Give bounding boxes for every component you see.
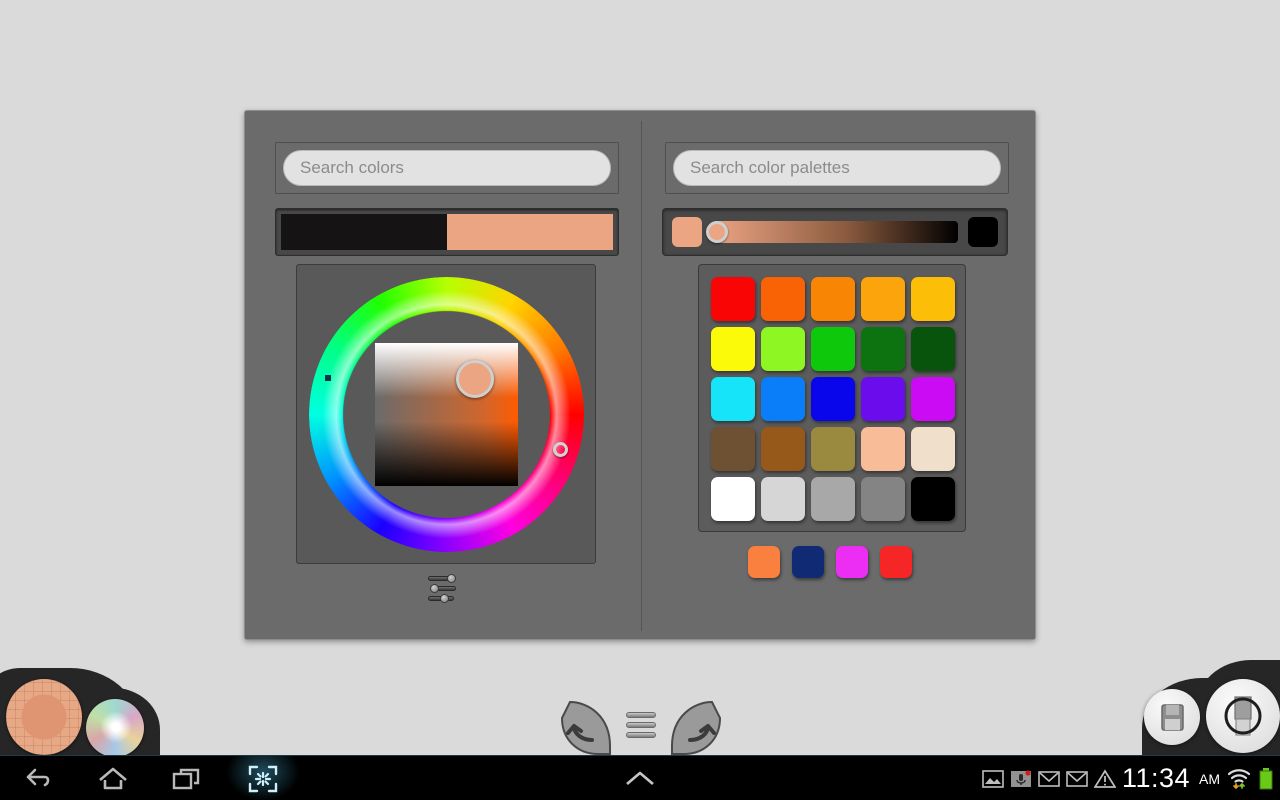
palette-grid	[711, 277, 955, 521]
brush-icon	[1224, 696, 1262, 736]
palette-swatch-r1-c4[interactable]	[861, 277, 905, 321]
microphone-recording-icon	[1010, 769, 1031, 787]
screenshot-icon	[248, 765, 278, 792]
recent-color-4[interactable]	[880, 546, 912, 578]
palette-swatch-r5-c1[interactable]	[711, 477, 755, 521]
palette-swatch-r1-c1[interactable]	[711, 277, 755, 321]
palette-swatch-r3-c4[interactable]	[861, 377, 905, 421]
search-colors-frame	[275, 142, 619, 194]
brush-tool-button[interactable]	[1206, 679, 1280, 753]
palette-grid-frame	[698, 264, 966, 532]
palette-swatch-r4-c4[interactable]	[861, 427, 905, 471]
status-clock: 11:34	[1121, 763, 1190, 793]
palette-swatch-r2-c5[interactable]	[911, 327, 955, 371]
palette-swatch-r5-c2[interactable]	[761, 477, 805, 521]
android-system-bar: 11:34 AM	[0, 755, 1280, 800]
palette-swatch-r2-c1[interactable]	[711, 327, 755, 371]
hue-marker[interactable]	[552, 442, 568, 457]
gradient-end-chip[interactable]	[968, 217, 998, 247]
undo-button[interactable]	[558, 700, 616, 756]
palette-gradient-slider[interactable]	[662, 208, 1008, 256]
menu-line-2	[626, 722, 656, 728]
nav-back-button[interactable]	[2, 756, 76, 800]
status-icons-area: 11:34 AM	[982, 756, 1274, 800]
nav-home-button[interactable]	[76, 756, 150, 800]
recent-color-3[interactable]	[836, 546, 868, 578]
palette-swatch-r4-c3[interactable]	[811, 427, 855, 471]
brush-preview-swatch[interactable]	[6, 679, 82, 755]
save-icon	[1161, 704, 1184, 731]
previous-color-half[interactable]	[281, 214, 447, 250]
palette-swatch-r1-c5[interactable]	[911, 277, 955, 321]
mail-icon	[1038, 770, 1060, 787]
recent-color-1[interactable]	[748, 546, 780, 578]
screen-root: 11:34 AM	[0, 0, 1280, 800]
palette-swatch-r5-c5[interactable]	[911, 477, 955, 521]
recent-colors-row	[748, 546, 912, 578]
recents-icon	[172, 768, 200, 789]
search-colors-input[interactable]	[283, 150, 611, 186]
color-sliders-icon[interactable]	[426, 573, 460, 603]
saturation-value-marker[interactable]	[455, 359, 494, 398]
search-palettes-frame	[665, 142, 1009, 194]
status-clock-ampm: AM	[1199, 770, 1220, 787]
hue-marker-secondary	[325, 375, 331, 381]
menu-line-1	[626, 712, 656, 718]
menu-line-3	[626, 732, 656, 738]
nav-screenshot-button[interactable]	[226, 756, 300, 800]
colors-panel	[245, 111, 641, 641]
gradient-handle[interactable]	[705, 221, 728, 243]
redo-icon	[671, 700, 722, 755]
palette-swatch-r5-c4[interactable]	[861, 477, 905, 521]
palette-swatch-r2-c3[interactable]	[811, 327, 855, 371]
mail-icon-2	[1066, 770, 1088, 787]
palette-swatch-r4-c2[interactable]	[761, 427, 805, 471]
gradient-track[interactable]	[705, 221, 958, 243]
palette-swatch-r2-c4[interactable]	[861, 327, 905, 371]
palettes-panel	[642, 111, 1037, 641]
palette-swatch-r1-c3[interactable]	[811, 277, 855, 321]
wifi-icon	[1227, 768, 1251, 789]
current-color-half[interactable]	[447, 214, 613, 250]
palette-swatch-r4-c1[interactable]	[711, 427, 755, 471]
chevron-up-icon	[626, 771, 654, 785]
image-icon	[982, 769, 1004, 788]
saturation-value-square[interactable]	[375, 343, 518, 486]
battery-icon	[1259, 767, 1273, 789]
palette-swatch-r2-c2[interactable]	[761, 327, 805, 371]
palette-swatch-r3-c2[interactable]	[761, 377, 805, 421]
save-button[interactable]	[1144, 689, 1200, 745]
redo-button[interactable]	[666, 700, 724, 756]
gradient-start-chip[interactable]	[672, 217, 702, 247]
color-compare-bar[interactable]	[275, 208, 619, 256]
swirl-icon	[92, 705, 138, 751]
recent-color-2[interactable]	[792, 546, 824, 578]
palette-swatch-r3-c5[interactable]	[911, 377, 955, 421]
palette-swatch-r5-c3[interactable]	[811, 477, 855, 521]
undo-icon	[560, 700, 611, 755]
palette-swatch-r3-c1[interactable]	[711, 377, 755, 421]
palette-swatch-r1-c2[interactable]	[761, 277, 805, 321]
color-wheel-frame[interactable]	[296, 264, 596, 564]
back-icon	[26, 768, 50, 786]
home-icon	[99, 767, 127, 789]
menu-button[interactable]	[626, 712, 656, 738]
search-palettes-input[interactable]	[673, 150, 1001, 186]
nav-recents-button[interactable]	[150, 756, 224, 800]
color-picker-dialog	[244, 110, 1036, 640]
nav-expand-button[interactable]	[603, 756, 677, 800]
warning-icon	[1093, 768, 1116, 788]
color-mixer-button[interactable]	[86, 699, 144, 757]
palette-swatch-r4-c5[interactable]	[911, 427, 955, 471]
palette-swatch-r3-c3[interactable]	[811, 377, 855, 421]
